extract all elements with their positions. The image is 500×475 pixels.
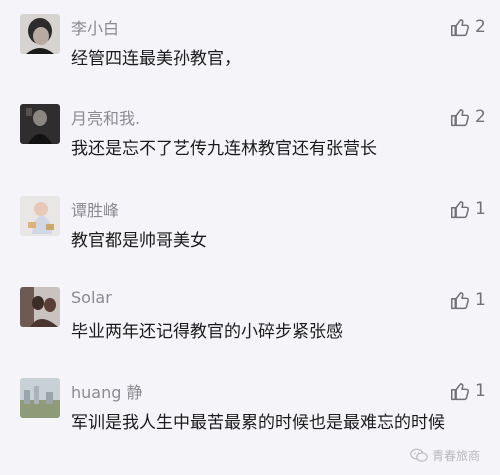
- username[interactable]: 谭胜峰: [71, 197, 119, 221]
- watermark: 青春旅商: [410, 447, 480, 464]
- thumbs-up-icon: [451, 382, 469, 400]
- like-button[interactable]: 1: [450, 197, 486, 221]
- wechat-icon: [410, 448, 428, 462]
- comment-text: 军训是我人生中最苦最累的时候也是最难忘的时候: [71, 413, 445, 433]
- avatar[interactable]: [20, 378, 60, 418]
- comment-text: 经管四连最美孙教官，: [71, 49, 241, 69]
- like-button[interactable]: 1: [450, 379, 486, 403]
- comment-item: 谭胜峰 教官都是帅哥美女 1: [0, 188, 500, 278]
- like-count: 1: [475, 199, 486, 219]
- username[interactable]: Solar: [71, 288, 112, 307]
- like-count: 2: [475, 17, 486, 37]
- thumbs-up-icon: [451, 18, 469, 36]
- username[interactable]: huang 静: [71, 379, 142, 403]
- watermark-text: 青春旅商: [432, 449, 481, 463]
- like-count: 1: [475, 290, 486, 310]
- comment-text: 毕业两年还记得教官的小碎步紧张感: [71, 322, 343, 342]
- thumbs-up-icon: [451, 108, 469, 126]
- avatar[interactable]: [20, 196, 60, 236]
- avatar[interactable]: [20, 14, 60, 54]
- username[interactable]: 月亮和我.: [71, 105, 140, 129]
- thumbs-up-icon: [451, 291, 469, 309]
- like-count: 2: [475, 107, 486, 127]
- username[interactable]: 李小白: [71, 15, 119, 39]
- comment-text: 教官都是帅哥美女: [71, 231, 207, 251]
- comment-item: Solar 毕业两年还记得教官的小碎步紧张感 1: [0, 279, 500, 369]
- comment-text: 我还是忘不了艺传九连林教官还有张营长: [71, 139, 377, 159]
- thumbs-up-icon: [451, 200, 469, 218]
- comment-item: 月亮和我. 我还是忘不了艺传九连林教官还有张营长 2: [0, 96, 500, 186]
- like-button[interactable]: 2: [450, 105, 486, 129]
- like-count: 1: [475, 381, 486, 401]
- avatar[interactable]: [20, 104, 60, 144]
- like-button[interactable]: 1: [450, 288, 486, 312]
- like-button[interactable]: 2: [450, 15, 486, 39]
- comment-item: 李小白 经管四连最美孙教官， 2: [0, 6, 500, 96]
- avatar[interactable]: [20, 287, 60, 327]
